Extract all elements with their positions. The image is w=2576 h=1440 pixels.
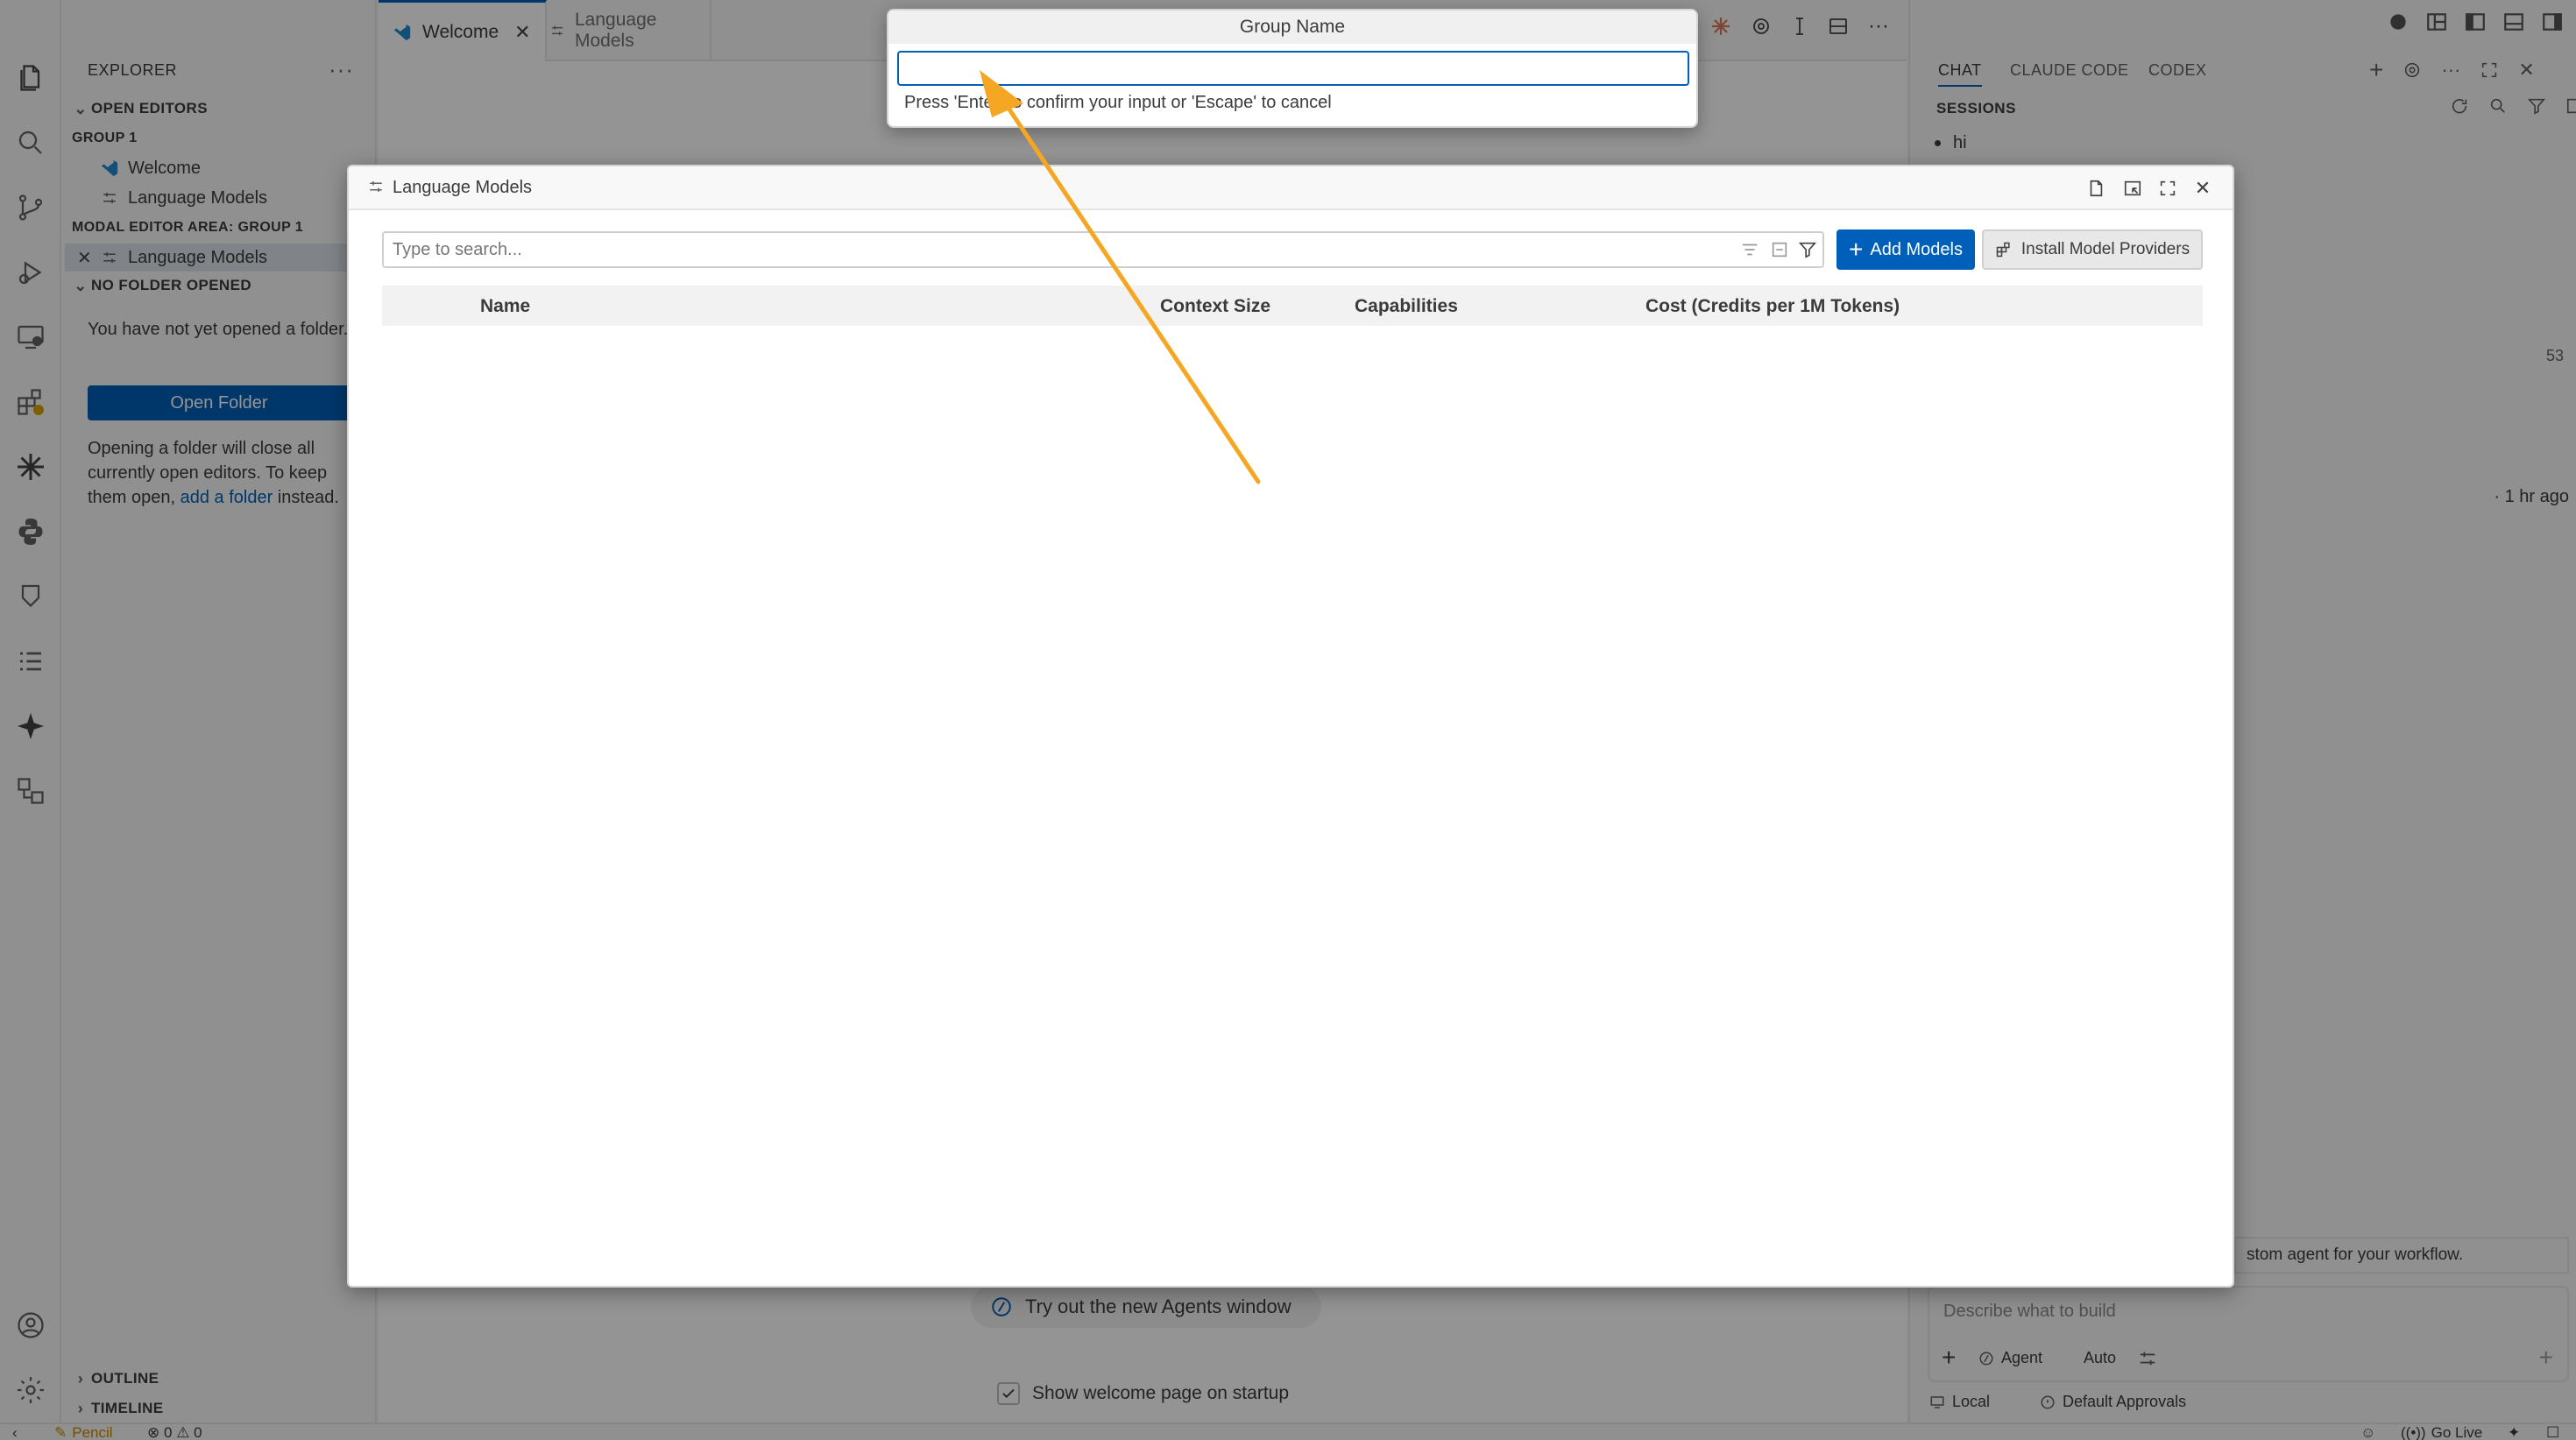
install-model-providers-button[interactable]: Install Model Providers: [1982, 229, 2203, 270]
column-name[interactable]: Name: [480, 296, 530, 317]
plus-icon: +: [1849, 236, 1864, 263]
clear-filter-icon[interactable]: [1740, 240, 1759, 259]
group-name-field[interactable]: [897, 51, 1689, 86]
open-as-file-icon[interactable]: [2084, 176, 2108, 201]
column-cost[interactable]: Cost (Credits per 1M Tokens): [1645, 296, 1900, 317]
quick-input-title: Group Name: [888, 11, 1696, 44]
column-context-size[interactable]: Context Size: [1160, 296, 1270, 317]
collapse-icon[interactable]: [1770, 240, 1789, 259]
models-table-header: Name Context Size Capabilities Cost (Cre…: [382, 286, 2203, 326]
add-models-button[interactable]: + Add Models: [1836, 229, 1975, 270]
settings-sliders-icon: [368, 179, 384, 194]
modal-header: Language Models ✕: [349, 166, 2233, 210]
column-capabilities[interactable]: Capabilities: [1355, 296, 1458, 317]
quick-input-message: Press 'Enter' to confirm your input or '…: [904, 93, 1332, 112]
move-to-editor-icon[interactable]: [2120, 176, 2145, 201]
maximize-icon[interactable]: [2155, 176, 2180, 201]
filter-icon[interactable]: [1798, 240, 1817, 259]
model-search-box[interactable]: [382, 231, 1824, 268]
extensions-icon: [1995, 241, 2013, 258]
language-models-modal: Language Models ✕ + Add Models Install M…: [347, 165, 2234, 1288]
modal-title: Language Models: [393, 178, 533, 197]
group-name-input[interactable]: [899, 53, 1688, 84]
search-input[interactable]: [384, 233, 1681, 266]
group-name-quick-input: Group Name Press 'Enter' to confirm your…: [887, 9, 1698, 128]
close-icon[interactable]: ✕: [2190, 176, 2215, 201]
